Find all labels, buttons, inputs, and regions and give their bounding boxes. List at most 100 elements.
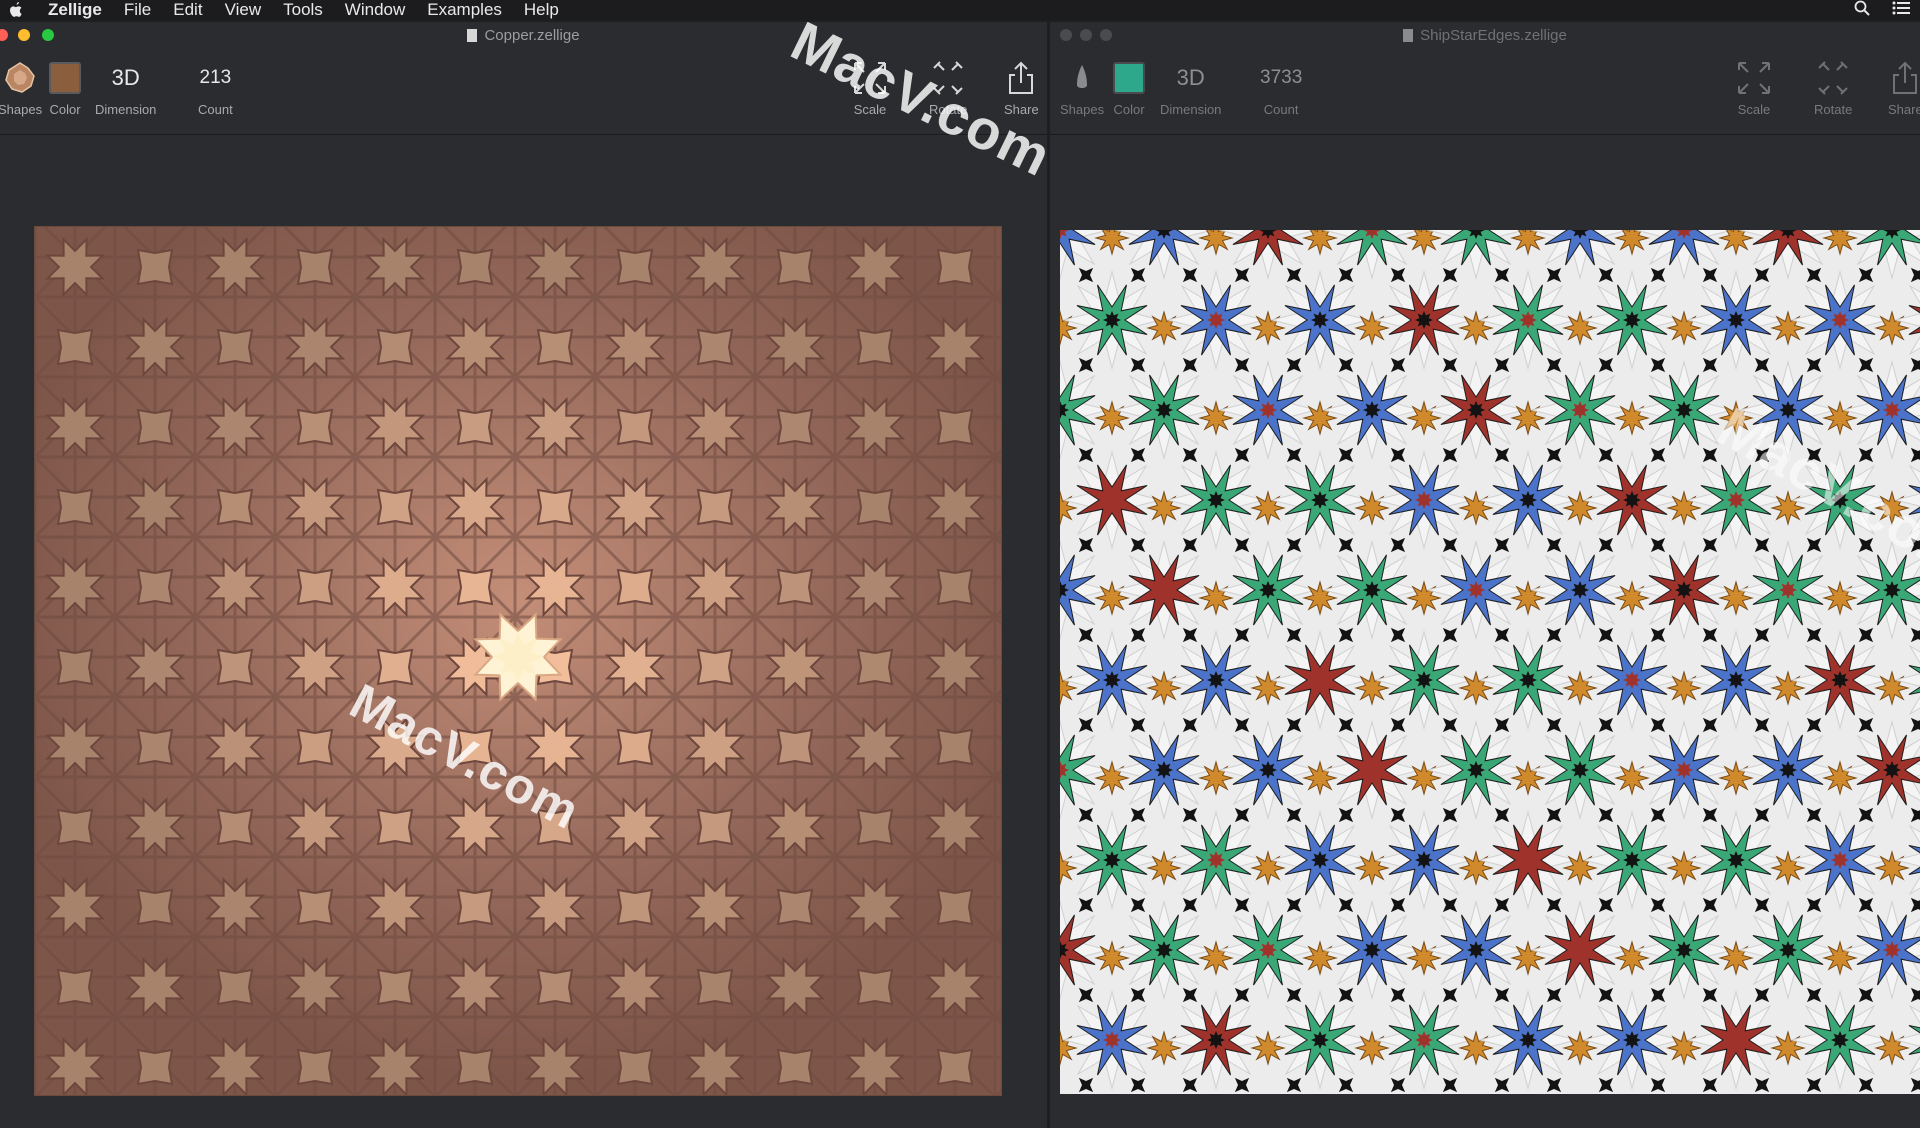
menu-tools[interactable]: Tools [283, 0, 323, 20]
zellige-pattern-canvas[interactable] [1060, 230, 1920, 1094]
mosaic-orange-star [1198, 580, 1234, 616]
scale-label: Scale [1737, 102, 1771, 117]
dimension-value: 3D [1176, 65, 1205, 90]
copper-diamond-tile [216, 968, 254, 1006]
shapes-label: Shapes [0, 102, 43, 117]
mosaic-center [1779, 941, 1797, 959]
menu-file[interactable]: File [124, 0, 151, 20]
rotate-tool[interactable]: Rotate [1814, 60, 1852, 117]
mosaic-orange-star [1354, 1030, 1390, 1066]
scale-tool[interactable]: Scale [1736, 60, 1772, 117]
share-tool[interactable]: Share [1888, 60, 1920, 117]
copper-diamond-tile [776, 408, 814, 446]
copper-diamond-tile [136, 248, 174, 286]
rotate-tool[interactable]: Rotate [929, 60, 967, 117]
mosaic-center [1311, 491, 1329, 509]
copper-diamond-tile [616, 1048, 654, 1086]
mosaic-orange-star [1302, 940, 1338, 976]
mosaic-orange-star [1666, 490, 1702, 526]
mosaic-center [1207, 311, 1225, 329]
copper-diamond-tile [296, 1048, 334, 1086]
color-tool[interactable]: Color [1113, 60, 1145, 117]
mosaic-center [1259, 581, 1277, 599]
mosaic-center [1311, 851, 1329, 869]
copper-diamond-tile [616, 568, 654, 606]
mosaic-orange-star [1562, 670, 1598, 706]
dimension-tool[interactable]: 3D Dimension [95, 60, 156, 117]
shapes-tool[interactable]: Shapes [0, 60, 42, 117]
share-tool[interactable]: Share [1004, 60, 1039, 117]
menu-app-name[interactable]: Zellige [48, 0, 102, 20]
mosaic-orange-star [1874, 850, 1910, 886]
copper-diamond-tile [56, 328, 94, 366]
dimension-value: 3D [111, 65, 140, 90]
document-icon [467, 28, 478, 42]
dimension-tool[interactable]: 3D Dimension [1160, 60, 1221, 117]
mosaic-orange-star [1302, 400, 1338, 436]
copper-diamond-tile [936, 728, 974, 766]
copper-document-window: Copper.zellige Shapes Color 3D Dimension… [0, 22, 1047, 1128]
menu-edit[interactable]: Edit [173, 0, 202, 20]
copper-diamond-tile [56, 648, 94, 686]
mosaic-center [1623, 1031, 1641, 1049]
mosaic-center [1467, 401, 1485, 419]
copper-diamond-tile [136, 1048, 174, 1086]
mosaic-orange-star [1562, 490, 1598, 526]
rotate-label: Rotate [1814, 102, 1853, 117]
mosaic-center [1727, 491, 1745, 509]
mosaic-orange-star [1458, 310, 1494, 346]
window-title: ShipStarEdges.zellige [1420, 26, 1567, 44]
mosaic-orange-star [1770, 670, 1806, 706]
scale-icon [852, 60, 888, 96]
mosaic-center [1727, 1031, 1745, 1049]
mosaic-orange-star [1354, 850, 1390, 886]
mosaic-center [1415, 851, 1433, 869]
mosaic-center [1103, 851, 1121, 869]
scale-tool[interactable]: Scale [852, 60, 888, 117]
mosaic-orange-star [1146, 490, 1182, 526]
mosaic-orange-star [1562, 850, 1598, 886]
spotlight-search-icon[interactable] [1854, 0, 1870, 21]
mosaic-center [1675, 401, 1693, 419]
rotate-icon [930, 60, 966, 96]
mosaic-orange-star [1562, 1030, 1598, 1066]
mosaic-orange-star [1614, 580, 1650, 616]
mosaic-center [1623, 491, 1641, 509]
rotate-icon [1815, 60, 1851, 96]
color-tool[interactable]: Color [49, 60, 81, 117]
mosaic-orange-star [1770, 1030, 1806, 1066]
copper-diamond-tile [856, 808, 894, 846]
notification-center-icon[interactable] [1892, 0, 1910, 20]
menu-examples[interactable]: Examples [427, 0, 502, 20]
menu-window[interactable]: Window [345, 0, 405, 20]
mosaic-orange-star [1094, 760, 1130, 796]
mosaic-orange-star [1354, 670, 1390, 706]
copper-diamond-tile [456, 408, 494, 446]
copper-pattern-canvas[interactable] [34, 226, 1002, 1098]
mosaic-center [1103, 311, 1121, 329]
mosaic-orange-star [1094, 580, 1130, 616]
copper-diamond-tile [616, 248, 654, 286]
mosaic-center [1415, 491, 1433, 509]
copper-diamond-tile [296, 888, 334, 926]
mosaic-orange-star [1822, 760, 1858, 796]
scale-icon [1736, 60, 1772, 96]
copper-diamond-tile [776, 1048, 814, 1086]
count-value: 3733 [1260, 67, 1303, 88]
menu-help[interactable]: Help [524, 0, 559, 20]
count-tool[interactable]: 213 Count [198, 60, 233, 117]
mosaic-center [1155, 401, 1173, 419]
copper-diamond-tile [696, 648, 734, 686]
copper-diamond-tile [136, 408, 174, 446]
mosaic-orange-star [1146, 310, 1182, 346]
copper-diamond-tile [56, 968, 94, 1006]
mosaic-center [1363, 761, 1381, 779]
mosaic-center [1311, 671, 1329, 689]
mosaic-center [1779, 401, 1797, 419]
copper-diamond-tile [696, 808, 734, 846]
shapes-tool[interactable]: Shapes [1060, 60, 1104, 117]
apple-menu-icon[interactable] [8, 1, 26, 19]
count-tool[interactable]: 3733 Count [1260, 60, 1302, 117]
menu-view[interactable]: View [225, 0, 262, 20]
mosaic-orange-star [1146, 1030, 1182, 1066]
